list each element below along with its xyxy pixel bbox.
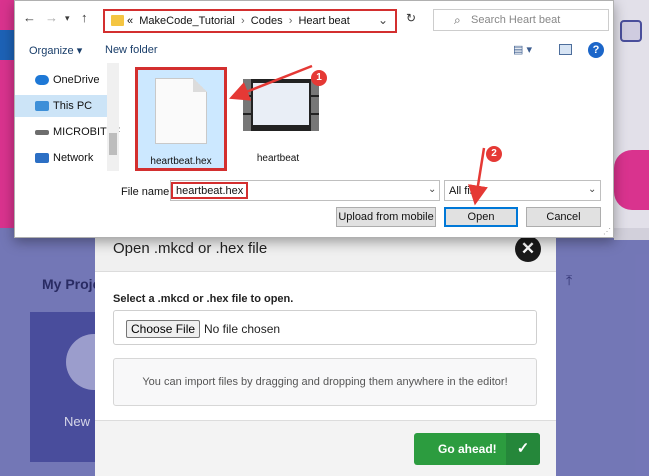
document-icon (155, 78, 207, 144)
no-file-text: No file chosen (204, 322, 281, 336)
chevron-down-icon[interactable]: ⌄ (428, 184, 436, 195)
search-icon: ⌕ (454, 13, 461, 27)
modal-instruction: Select a .mkcd or .hex file to open. (113, 293, 294, 305)
file-name-input[interactable]: heartbeat.hex ⌄ (170, 180, 440, 201)
file-label: heartbeat.hex (150, 156, 212, 167)
file-input[interactable]: Choose File No file chosen (113, 310, 537, 345)
file-label: heartbeat (256, 153, 300, 164)
document-fold (193, 78, 207, 92)
choose-file-button[interactable]: Choose File (126, 320, 201, 338)
dialog-toolbar: Organize ▾ New folder ▤ ▾ ? (15, 39, 613, 63)
breadcrumb-heart-beat[interactable]: Heart beat (298, 15, 349, 27)
chevron-down-icon[interactable]: ⌄ (378, 13, 388, 27)
download-icon (620, 20, 642, 42)
breadcrumb-separator: › (240, 15, 245, 27)
breadcrumb-overflow[interactable]: « (127, 15, 133, 27)
forward-arrow-icon[interactable]: → (45, 10, 58, 25)
file-name-label: File name: (121, 186, 173, 198)
drive-icon (35, 130, 49, 135)
video-preview (253, 83, 309, 125)
modal-footer: Go ahead! ✓ (95, 420, 556, 476)
editor-left-strip (0, 30, 14, 60)
modal-title: Open .mkcd or .hex file (113, 240, 268, 257)
breadcrumb-codes[interactable]: Codes (251, 15, 283, 27)
organize-button[interactable]: Organize ▾ (29, 44, 82, 57)
nav-item-microbit[interactable]: MICROBIT (F (15, 121, 120, 143)
nav-item-this-pc[interactable]: This PC (15, 95, 119, 117)
file-item-heartbeat-hex[interactable]: heartbeat.hex (135, 67, 227, 171)
breadcrumb-separator: › (288, 15, 293, 27)
breadcrumb-makecode-tutorial[interactable]: MakeCode_Tutorial (139, 15, 235, 27)
close-icon[interactable]: ✕ (515, 236, 541, 262)
video-icon (243, 79, 319, 131)
refresh-icon[interactable]: ↻ (406, 11, 416, 25)
cloud-icon (35, 75, 49, 85)
nav-item-label: This PC (53, 100, 93, 112)
upload-from-mobile-button[interactable]: Upload from mobile (336, 207, 436, 227)
view-options-icon[interactable]: ▤ ▾ (513, 43, 532, 56)
network-icon (35, 153, 49, 163)
open-file-modal: Open .mkcd or .hex file ✕ Select a .mkcd… (95, 228, 556, 476)
search-placeholder: Search Heart beat (471, 14, 561, 26)
folder-icon (111, 15, 124, 26)
nav-item-network[interactable]: Network (15, 147, 119, 169)
address-row: ← → ▾ ↑ « MakeCode_Tutorial › Codes › He… (15, 1, 613, 37)
nav-item-label: Network (53, 152, 94, 164)
step-badge-1: 1 (311, 70, 327, 86)
preview-pane-icon[interactable] (559, 44, 572, 55)
file-open-dialog: ← → ▾ ↑ « MakeCode_Tutorial › Codes › He… (14, 0, 614, 238)
resize-grip-icon[interactable]: ⋰ (603, 227, 611, 236)
navigation-pane: OneDrive This PC MICROBIT (F Network (15, 63, 120, 171)
recent-dropdown-icon[interactable]: ▾ (65, 13, 70, 24)
address-bar[interactable]: « MakeCode_Tutorial › Codes › Heart beat… (103, 9, 397, 33)
file-type-value: All files (449, 185, 484, 197)
file-list: heartbeat.hex heartbeat (121, 63, 613, 171)
chevron-down-icon[interactable]: ⌄ (588, 184, 596, 195)
help-icon[interactable]: ? (588, 42, 604, 58)
go-ahead-label: Go ahead! (438, 442, 497, 456)
check-icon: ✓ (506, 433, 540, 465)
nav-scrollbar[interactable] (107, 63, 119, 171)
open-button[interactable]: Open (444, 207, 518, 227)
search-input[interactable]: ⌕ Search Heart beat (433, 9, 609, 31)
back-arrow-icon[interactable]: ← (23, 10, 36, 25)
dialog-bottom-row: File name: heartbeat.hex ⌄ All files ⌄ U… (15, 175, 613, 236)
nav-item-onedrive[interactable]: OneDrive (15, 69, 119, 91)
nav-scrollbar-thumb[interactable] (109, 133, 117, 155)
editor-blob (614, 150, 649, 210)
new-folder-button[interactable]: New folder (105, 44, 158, 56)
step-badge-2: 2 (486, 146, 502, 162)
file-name-value: heartbeat.hex (171, 182, 249, 199)
cancel-button[interactable]: Cancel (526, 207, 601, 227)
up-arrow-icon[interactable]: ↑ (81, 10, 88, 25)
breadcrumb: « MakeCode_Tutorial › Codes › Heart beat (127, 15, 350, 27)
monitor-icon (35, 101, 49, 111)
nav-item-label: OneDrive (53, 74, 100, 86)
drag-drop-hint: You can import files by dragging and dro… (113, 358, 537, 406)
go-ahead-button[interactable]: Go ahead! ✓ (414, 433, 540, 465)
file-type-select[interactable]: All files ⌄ (444, 180, 601, 201)
